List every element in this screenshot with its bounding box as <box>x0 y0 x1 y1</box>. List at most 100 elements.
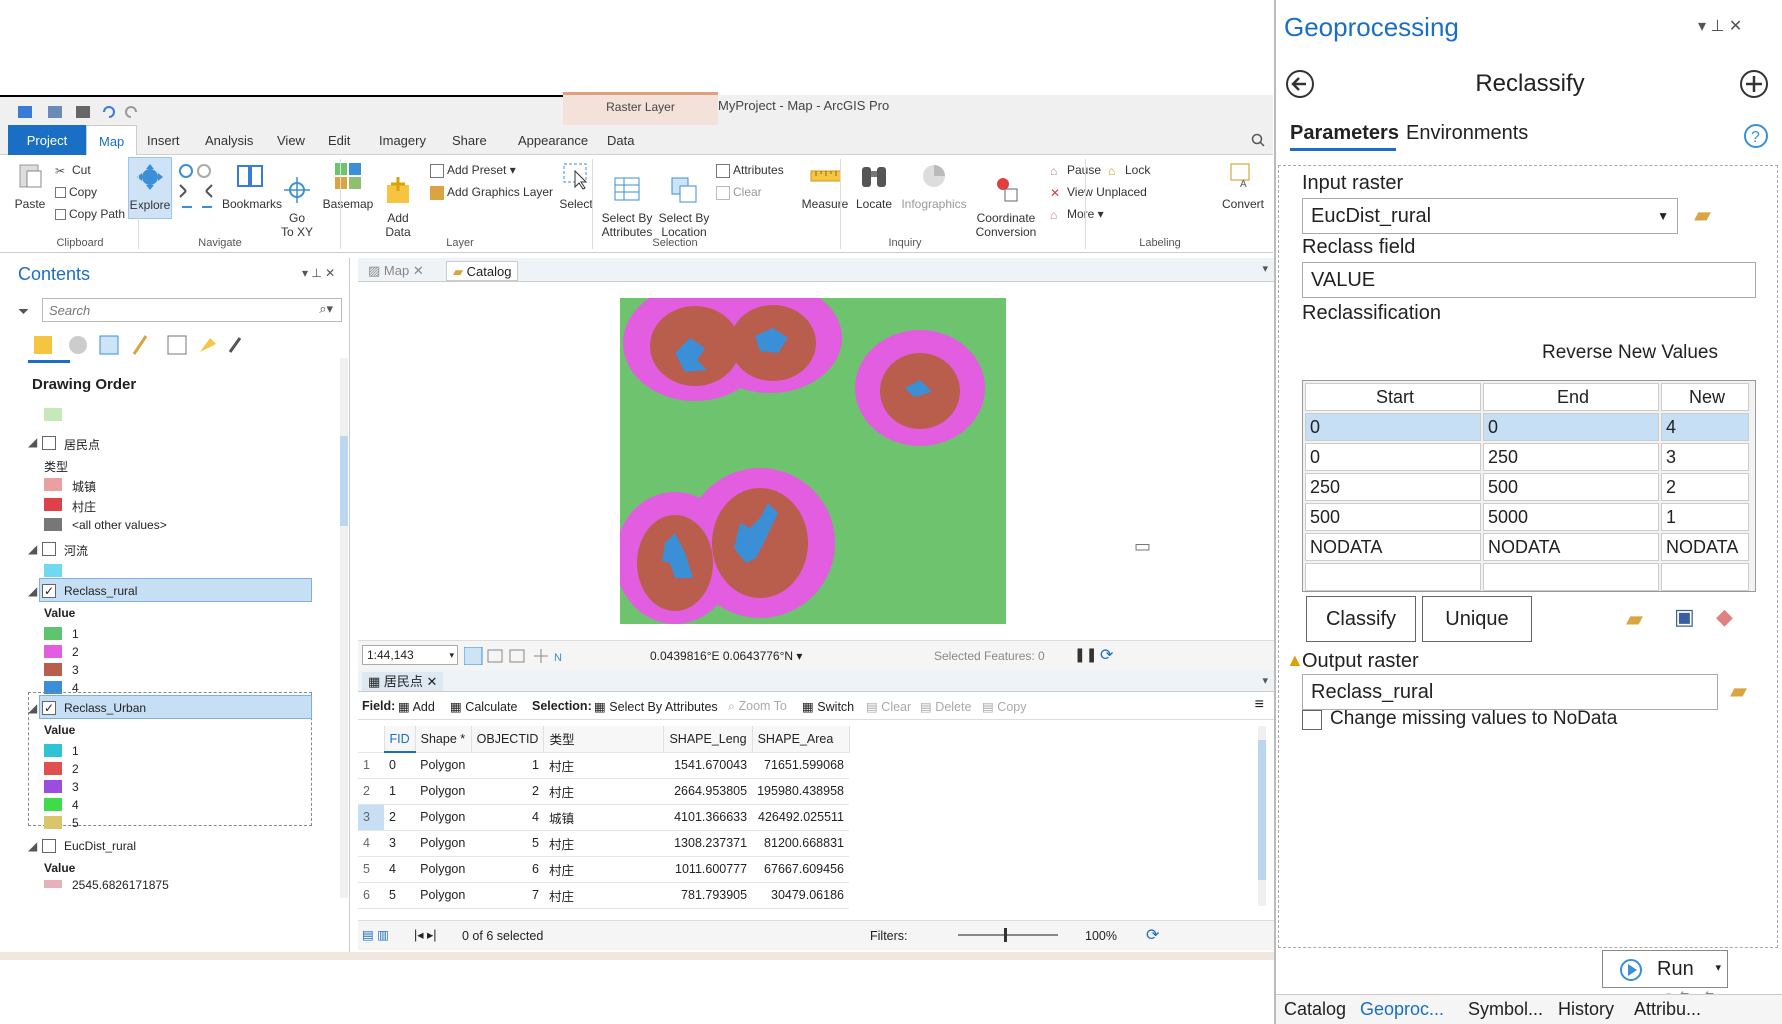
expand-toggle[interactable]: ◢ <box>28 701 37 715</box>
calculate-field-button[interactable]: ▦ Calculate <box>450 699 517 714</box>
copy-button[interactable]: Copy <box>55 185 97 199</box>
reclass-cell-new[interactable]: 3 <box>1661 443 1749 471</box>
tab-attributes-pane[interactable]: Attribu... <box>1634 999 1701 1020</box>
refresh-icon[interactable]: ⟳ <box>1146 925 1159 945</box>
map-overview-icon[interactable]: ▭ <box>1134 536 1151 557</box>
reclass-cell-start[interactable]: NODATA <box>1305 533 1481 561</box>
tab-data[interactable]: Data <box>595 125 646 155</box>
map-status-tools[interactable]: N <box>464 647 574 665</box>
tab-attribute-table[interactable]: ▦ 居民点 ✕ <box>362 672 444 691</box>
expand-toggle[interactable]: ◢ <box>28 839 37 853</box>
tab-analysis[interactable]: Analysis <box>193 125 265 155</box>
expand-toggle[interactable]: ◢ <box>28 435 37 449</box>
eraser-icon[interactable]: ◆ <box>1716 604 1733 630</box>
clear-selection-button[interactable]: Clear <box>716 185 762 200</box>
convert-button[interactable]: A Convert <box>1220 161 1266 211</box>
reclass-cell-start[interactable] <box>1305 563 1481 591</box>
navigate-tools-icon[interactable] <box>178 163 214 213</box>
column-header[interactable]: Shape * <box>415 726 472 753</box>
unique-button[interactable]: Unique <box>1422 596 1532 642</box>
tab-share[interactable]: Share <box>440 125 499 155</box>
classify-button[interactable]: Classify <box>1306 596 1416 642</box>
coordinate-readout[interactable]: 0.0439816°E 0.0643776°N ▾ <box>650 649 802 663</box>
copy-path-button[interactable]: Copy Path <box>55 207 125 221</box>
open-folder-icon[interactable]: ▰ <box>1626 606 1643 632</box>
tab-project[interactable]: Project <box>8 125 86 155</box>
table-row[interactable]: 6 5 Polygon 7 村庄 781.793905 30479.06186 <box>358 882 849 909</box>
save-icon[interactable]: ▣ <box>1674 604 1695 630</box>
copy-rows-button[interactable]: ▤ Copy <box>982 699 1026 714</box>
search-input[interactable]: Search ⌕▾ <box>42 298 342 322</box>
go-to-xy-button[interactable]: Go To XY <box>279 161 315 253</box>
filter-icon[interactable]: ⏷ <box>18 303 29 320</box>
tab-parameters[interactable]: Parameters <box>1290 122 1399 145</box>
reclass-field-input[interactable]: VALUE <box>1302 262 1756 298</box>
layer-visibility-checkbox[interactable]: ✓ <box>42 701 56 715</box>
help-icon[interactable]: ? <box>1742 122 1770 150</box>
add-preset-button[interactable]: Add Preset ▾ <box>430 163 516 178</box>
layer-visibility-checkbox[interactable] <box>42 436 56 450</box>
add-graphics-layer-button[interactable]: Add Graphics Layer <box>430 185 553 200</box>
tab-map[interactable]: Map <box>86 125 138 156</box>
table-row[interactable]: 2 1 Polygon 2 村庄 2664.953805 195980.438958 <box>358 778 849 805</box>
tab-catalog-pane[interactable]: Catalog <box>1284 999 1346 1020</box>
layer-name-eucdist-rural[interactable]: EucDist_rural <box>64 839 136 853</box>
tab-imagery[interactable]: Imagery <box>367 125 438 155</box>
column-header[interactable]: 类型 <box>543 726 665 753</box>
tab-view[interactable]: View <box>265 125 317 155</box>
tab-geoprocessing-pane[interactable]: Geoproc... <box>1360 999 1444 1020</box>
infographics-button[interactable]: Infographics <box>898 161 970 211</box>
tab-history-pane[interactable]: History <box>1558 999 1614 1020</box>
table-view-toggle-icons[interactable]: ▤ ▥ <box>362 927 389 942</box>
reclass-cell-start[interactable]: 0 <box>1305 413 1481 441</box>
layer-visibility-checkbox[interactable] <box>42 542 56 556</box>
column-header[interactable]: FID <box>384 726 416 753</box>
missing-nodata-checkbox[interactable] <box>1302 710 1322 730</box>
column-header[interactable]: SHAPE_Leng <box>663 726 753 753</box>
reclass-cell-new[interactable]: 1 <box>1661 503 1749 531</box>
zoom-slider[interactable] <box>958 927 1068 943</box>
tab-appearance[interactable]: Appearance <box>506 125 600 155</box>
map-canvas[interactable] <box>620 298 1006 624</box>
select-by-attributes-table-button[interactable]: ▦ Select By Attributes <box>594 699 718 714</box>
reverse-new-values-link[interactable]: Reverse New Values <box>1542 342 1718 364</box>
locate-button[interactable]: Locate <box>852 161 896 211</box>
table-row[interactable]: 1 0 Polygon 1 村庄 1541.670043 71651.599068 <box>358 752 849 779</box>
scale-dropdown[interactable]: 1:44,143 ▾ <box>362 645 458 665</box>
attributes-button[interactable]: Attributes <box>716 163 784 178</box>
reclass-cell-end[interactable]: 250 <box>1483 443 1659 471</box>
layer-name-reclass-rural[interactable]: Reclass_rural <box>64 584 137 598</box>
contents-pane-controls[interactable]: ▾ ⊥ ✕ <box>302 266 335 280</box>
run-button[interactable]: Run ▾ <box>1602 950 1728 988</box>
reclass-cell-end[interactable]: 5000 <box>1483 503 1659 531</box>
reclass-cell-end[interactable]: 500 <box>1483 473 1659 501</box>
pause-labeling-button[interactable]: ⌂Pause <box>1050 163 1101 178</box>
table-row[interactable]: 4 3 Polygon 5 村庄 1308.237371 81200.668831 <box>358 830 849 857</box>
tab-map-view[interactable]: ▨ Map ✕ <box>362 261 430 281</box>
paste-button[interactable]: Paste <box>10 161 50 211</box>
reclass-cell-end[interactable]: NODATA <box>1483 533 1659 561</box>
reclass-cell-new[interactable]: 4 <box>1661 413 1749 441</box>
quick-access-icons[interactable] <box>18 104 168 120</box>
layer-name-juminpoint[interactable]: 居民点 <box>64 436 100 453</box>
delete-button[interactable]: ▤ Delete <box>920 699 971 714</box>
table-row[interactable]: 3 2 Polygon 4 城镇 4101.366633 426492.025511 <box>358 804 849 831</box>
reclass-cell-start[interactable]: 250 <box>1305 473 1481 501</box>
layer-name-reclass-urban[interactable]: Reclass_Urban <box>64 701 146 715</box>
zoom-to-button[interactable]: ⌕ Zoom To <box>728 699 787 714</box>
reclass-cell-new[interactable]: 2 <box>1661 473 1749 501</box>
pause-drawing-icon[interactable]: ❚❚ <box>1074 646 1097 663</box>
hamburger-menu-icon[interactable]: ≡ <box>1255 696 1264 714</box>
pane-controls[interactable]: ▾ ⊥ ✕ <box>1698 16 1742 36</box>
search-icon[interactable] <box>1251 133 1265 147</box>
switch-selection-button[interactable]: ▦ Switch <box>802 699 854 714</box>
layer-name-river[interactable]: 河流 <box>64 542 88 559</box>
lock-labeling-button[interactable]: ⌂ Lock <box>1108 163 1150 178</box>
reclass-cell-new[interactable]: NODATA <box>1661 533 1749 561</box>
reclass-cell-new[interactable] <box>1661 563 1749 591</box>
coordinate-conversion-button[interactable]: Coordinate Conversion <box>968 161 1044 253</box>
contents-scrollbar-thumb[interactable] <box>340 436 348 526</box>
tab-symbology-pane[interactable]: Symbol... <box>1468 999 1543 1020</box>
table-zoom-level[interactable]: 100% <box>1085 929 1117 943</box>
view-unplaced-button[interactable]: ✕ View Unplaced <box>1050 185 1147 200</box>
